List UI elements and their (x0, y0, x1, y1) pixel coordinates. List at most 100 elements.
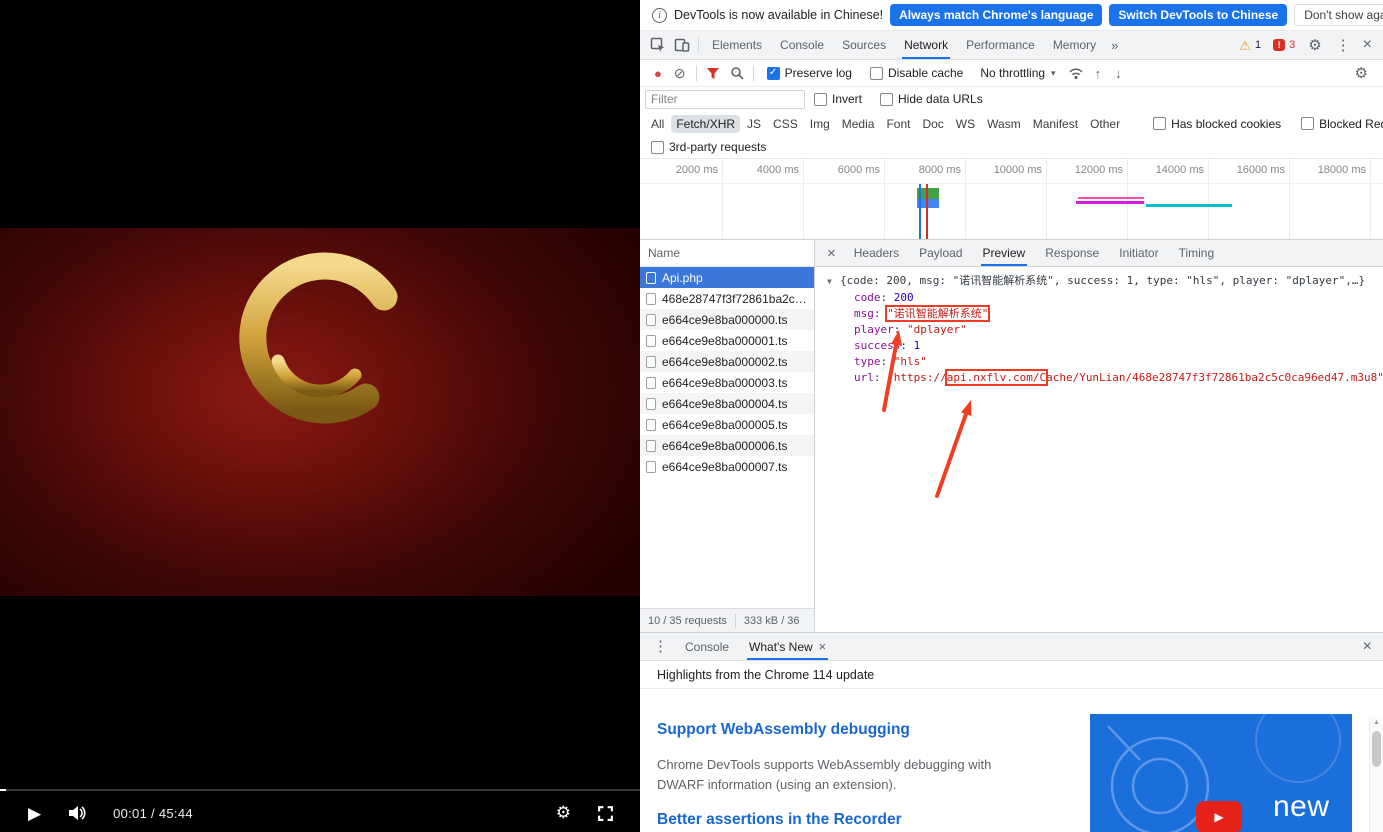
tab-timing[interactable]: Timing (1169, 240, 1225, 266)
search-icon[interactable] (725, 60, 749, 86)
preserve-log-checkbox[interactable]: ✓ Preserve log (767, 66, 852, 80)
type-filter-fetch-xhr[interactable]: Fetch/XHR (671, 115, 740, 133)
tab-elements[interactable]: Elements (703, 31, 771, 59)
json-property: success1 (827, 338, 1379, 354)
play-button[interactable]: ▶ (28, 805, 41, 822)
type-filter-img[interactable]: Img (805, 115, 835, 133)
type-filter-font[interactable]: Font (881, 115, 915, 133)
video-frame[interactable] (0, 228, 640, 596)
tab-initiator[interactable]: Initiator (1109, 240, 1168, 266)
request-name: 468e28747f3f72861ba2c5… (662, 292, 808, 306)
network-settings-gear-icon[interactable]: ⚙ (1348, 66, 1375, 81)
divider (698, 37, 699, 53)
whats-new-video-thumbnail[interactable]: ▶ new (1090, 714, 1352, 832)
checkbox-box (651, 141, 664, 154)
request-list: Name Api.php 468e28747f3f72861ba2c5… e66… (640, 240, 815, 632)
language-banner: i DevTools is now available in Chinese! … (640, 0, 1383, 31)
type-filter-doc[interactable]: Doc (917, 115, 948, 133)
type-filter-all[interactable]: All (646, 115, 669, 133)
inspect-icon[interactable] (646, 31, 670, 59)
warning-badge[interactable]: ⚠ 1 (1233, 39, 1267, 52)
tab-preview[interactable]: Preview (973, 240, 1036, 266)
type-filter-wasm[interactable]: Wasm (982, 115, 1026, 133)
table-row[interactable]: e664ce9e8ba000000.ts (640, 309, 814, 330)
video-player[interactable]: ▶ 00:01 / 45:44 ⚙ (0, 0, 640, 832)
dismiss-button[interactable]: Don't show again (1294, 4, 1383, 26)
tab-headers[interactable]: Headers (844, 240, 909, 266)
table-row[interactable]: e664ce9e8ba000006.ts (640, 435, 814, 456)
close-drawer-icon[interactable]: × (1358, 639, 1377, 655)
timeline-overview[interactable]: 2000 ms 4000 ms 6000 ms 8000 ms 10000 ms… (640, 159, 1383, 240)
volume-icon[interactable] (67, 805, 87, 821)
whats-new-heading-link[interactable]: Better assertions in the Recorder (657, 811, 902, 829)
checkbox-box (880, 93, 893, 106)
scrollbar[interactable]: ▲ (1369, 717, 1383, 832)
table-row[interactable]: e664ce9e8ba000007.ts (640, 456, 814, 477)
table-row[interactable]: e664ce9e8ba000003.ts (640, 372, 814, 393)
tab-response[interactable]: Response (1035, 240, 1109, 266)
record-icon[interactable]: ● (648, 67, 668, 80)
type-filter-other[interactable]: Other (1085, 115, 1125, 133)
more-tabs-icon[interactable]: » (1105, 38, 1124, 53)
match-language-button[interactable]: Always match Chrome's language (890, 4, 1102, 26)
checkbox-label: 3rd-party requests (669, 140, 766, 154)
table-row[interactable]: e664ce9e8ba000004.ts (640, 393, 814, 414)
tab-console[interactable]: Console (771, 31, 833, 59)
switch-language-button[interactable]: Switch DevTools to Chinese (1109, 4, 1287, 26)
kebab-menu-icon[interactable]: ⋮ (1329, 38, 1358, 53)
blocked-requests-checkbox[interactable]: Blocked Requests (1301, 117, 1383, 131)
clear-icon[interactable]: ⊘ (668, 66, 692, 80)
third-party-checkbox[interactable]: 3rd-party requests (651, 140, 766, 154)
disable-cache-checkbox[interactable]: Disable cache (870, 66, 963, 80)
type-filter-ws[interactable]: WS (951, 115, 980, 133)
export-har-icon[interactable]: ↓ (1108, 66, 1129, 81)
tab-memory[interactable]: Memory (1044, 31, 1105, 59)
import-har-icon[interactable]: ↑ (1088, 66, 1109, 81)
table-row[interactable]: e664ce9e8ba000001.ts (640, 330, 814, 351)
invert-checkbox[interactable]: Invert (814, 92, 862, 106)
scroll-up-icon[interactable]: ▲ (1370, 719, 1383, 726)
filter-input[interactable] (645, 90, 805, 109)
throttling-select[interactable]: No throttling ▾ (980, 66, 1055, 80)
fullscreen-icon[interactable] (597, 805, 614, 822)
close-details-icon[interactable]: × (819, 245, 844, 262)
filter-funnel-icon[interactable] (701, 60, 725, 86)
table-row[interactable]: e664ce9e8ba000005.ts (640, 414, 814, 435)
file-icon (646, 419, 656, 431)
tab-network[interactable]: Network (895, 31, 957, 59)
close-tab-icon[interactable]: × (819, 640, 827, 653)
tab-performance[interactable]: Performance (957, 31, 1044, 59)
table-row[interactable]: e664ce9e8ba000002.ts (640, 351, 814, 372)
whats-new-heading-link[interactable]: Support WebAssembly debugging (657, 721, 910, 739)
seekbar-progress (0, 789, 6, 791)
gridline (1127, 159, 1128, 239)
device-toolbar-icon[interactable] (670, 31, 694, 59)
issues-badge[interactable]: ! 3 (1267, 39, 1301, 51)
close-devtools-icon[interactable]: × (1358, 37, 1377, 53)
drawer-tab-console[interactable]: Console (675, 633, 739, 660)
network-conditions-icon[interactable] (1064, 60, 1088, 86)
drawer-tab-whats-new[interactable]: What's New × (739, 633, 836, 660)
json-property: code200 (827, 290, 1379, 306)
scrollbar-thumb[interactable] (1372, 731, 1381, 767)
type-filter-manifest[interactable]: Manifest (1028, 115, 1083, 133)
json-key: msg (854, 307, 887, 320)
hide-data-urls-checkbox[interactable]: Hide data URLs (880, 92, 983, 106)
table-row[interactable]: Api.php (640, 267, 814, 288)
tab-payload[interactable]: Payload (909, 240, 972, 266)
settings-gear-icon[interactable]: ⚙ (1301, 38, 1328, 53)
json-root-expander[interactable]: ▼{code: 200, msg: "诺讯智能解析系统", success: 1… (827, 273, 1379, 290)
seekbar[interactable] (0, 789, 640, 791)
has-blocked-cookies-checkbox[interactable]: Has blocked cookies (1153, 117, 1281, 131)
name-column-header[interactable]: Name (640, 240, 814, 267)
table-row[interactable]: 468e28747f3f72861ba2c5… (640, 288, 814, 309)
type-filter-css[interactable]: CSS (768, 115, 803, 133)
type-filter-media[interactable]: Media (837, 115, 880, 133)
type-filter-js[interactable]: JS (742, 115, 766, 133)
video-settings-icon[interactable]: ⚙ (556, 803, 571, 823)
request-count: 10 / 35 requests (648, 615, 727, 627)
youtube-play-icon[interactable]: ▶ (1196, 801, 1242, 832)
tab-sources[interactable]: Sources (833, 31, 895, 59)
json-key: type (854, 355, 894, 368)
drawer-menu-icon[interactable]: ⋮ (646, 639, 675, 654)
